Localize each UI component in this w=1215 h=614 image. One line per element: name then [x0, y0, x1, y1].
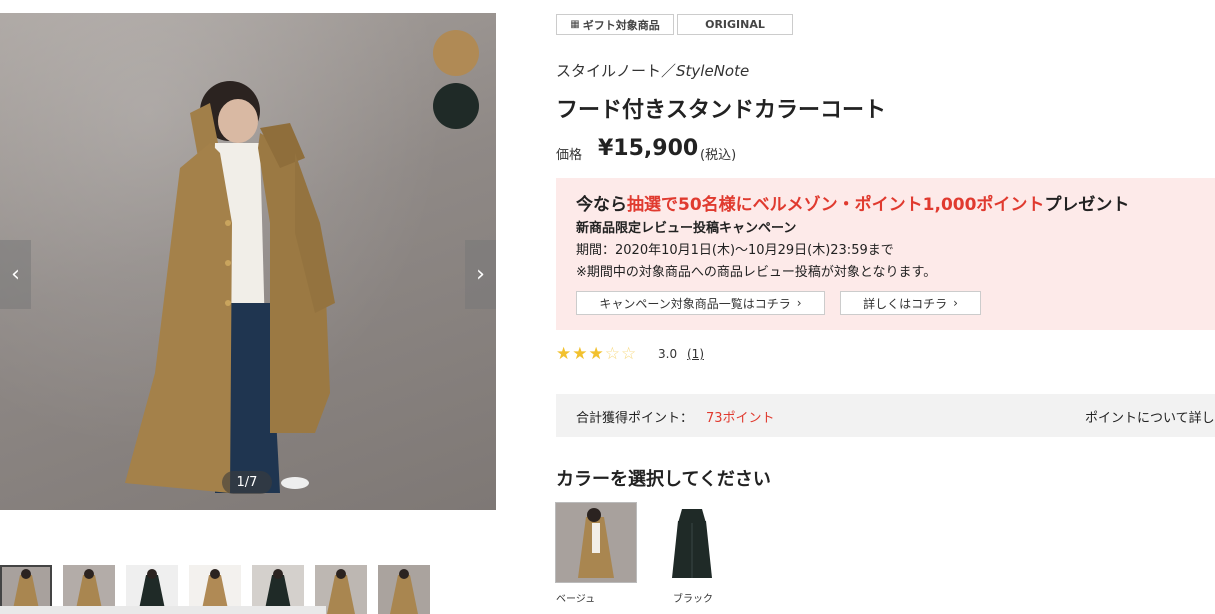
campaign-items-button-label: キャンペーン対象商品一覧はコチラ: [599, 296, 791, 311]
color-option-beige[interactable]: [555, 502, 637, 583]
gallery-thumbnail[interactable]: [378, 565, 430, 614]
prev-image-button[interactable]: ‹: [0, 240, 31, 309]
campaign-details-button-label: 詳しくはコチラ: [863, 296, 948, 311]
original-tag: ORIGINAL: [677, 14, 793, 35]
gift-tag: ▦ ギフト対象商品: [556, 14, 674, 35]
chevron-right-icon: ›: [953, 296, 958, 310]
thumbnail-image: [390, 569, 418, 614]
color-label-black: ブラック: [673, 594, 713, 605]
rating-value: 3.0: [658, 347, 678, 361]
star-empty-icon: ☆☆: [604, 344, 638, 364]
thumbnail-scrollbar[interactable]: [0, 606, 326, 614]
chevron-right-icon: ›: [476, 262, 485, 287]
campaign-headline-pre: 今なら: [576, 195, 627, 215]
rating-stars: ★★★☆☆: [556, 344, 637, 364]
brand-name[interactable]: スタイルノート／StyleNote: [556, 60, 749, 81]
points-label: 合計獲得ポイント：: [576, 411, 694, 426]
star-filled-icon: ★★★: [556, 344, 605, 364]
points-bar: 合計獲得ポイント： 73ポイント ポイントについて詳し: [556, 394, 1215, 437]
gift-tag-label: ギフト対象商品: [582, 18, 660, 32]
next-image-button[interactable]: ›: [465, 240, 496, 309]
campaign-headline-post: プレゼント: [1044, 195, 1130, 215]
color-label-beige: ベージュ: [556, 594, 596, 605]
image-counter: 1/7: [222, 471, 272, 494]
chevron-left-icon: ‹: [11, 262, 20, 287]
color-option-black[interactable]: [652, 503, 732, 582]
gallery-color-swatch-beige[interactable]: [433, 30, 479, 76]
black-coat-thumbnail: [652, 503, 732, 582]
color-select-heading: カラーを選択してください: [556, 469, 771, 490]
price-label: 価格: [556, 148, 583, 163]
model-in-coat-illustration: [125, 81, 335, 493]
brand-name-ja: スタイルノート／: [556, 62, 677, 80]
gift-icon: ▦: [570, 19, 580, 30]
campaign-period: 期間：2020年10月1日(木)〜10月29日(木)23:59まで: [576, 243, 894, 258]
points-value: 73ポイント: [706, 411, 775, 426]
tax-note: (税込): [700, 148, 737, 163]
price-value: ¥15,900: [598, 136, 699, 161]
main-product-image[interactable]: ‹ › 1/7: [0, 13, 496, 510]
campaign-headline: 今なら抽選で50名様にベルメゾン・ポイント1,000ポイントプレゼント: [576, 190, 1129, 215]
campaign-note: ※期間中の対象商品への商品レビュー投稿が対象となります。: [576, 265, 937, 280]
campaign-subtitle: 新商品限定レビュー投稿キャンペーン: [576, 221, 797, 236]
chevron-right-icon: ›: [796, 296, 802, 310]
gallery-color-swatch-black[interactable]: [433, 83, 479, 129]
product-title: フード付きスタンドカラーコート: [556, 98, 887, 123]
original-tag-label: ORIGINAL: [705, 18, 765, 31]
campaign-banner: 今なら抽選で50名様にベルメゾン・ポイント1,000ポイントプレゼント 新商品限…: [556, 178, 1215, 330]
campaign-details-button[interactable]: 詳しくはコチラ ›: [840, 291, 981, 315]
brand-name-en: StyleNote: [676, 62, 750, 80]
campaign-items-button[interactable]: キャンペーン対象商品一覧はコチラ ›: [576, 291, 825, 315]
points-info-link[interactable]: ポイントについて詳し: [1085, 407, 1215, 426]
beige-coat-thumbnail: [556, 503, 636, 582]
review-count-link[interactable]: (1): [687, 347, 704, 361]
campaign-headline-highlight: 抽選で50名様にベルメゾン・ポイント1,000ポイント: [627, 195, 1045, 215]
